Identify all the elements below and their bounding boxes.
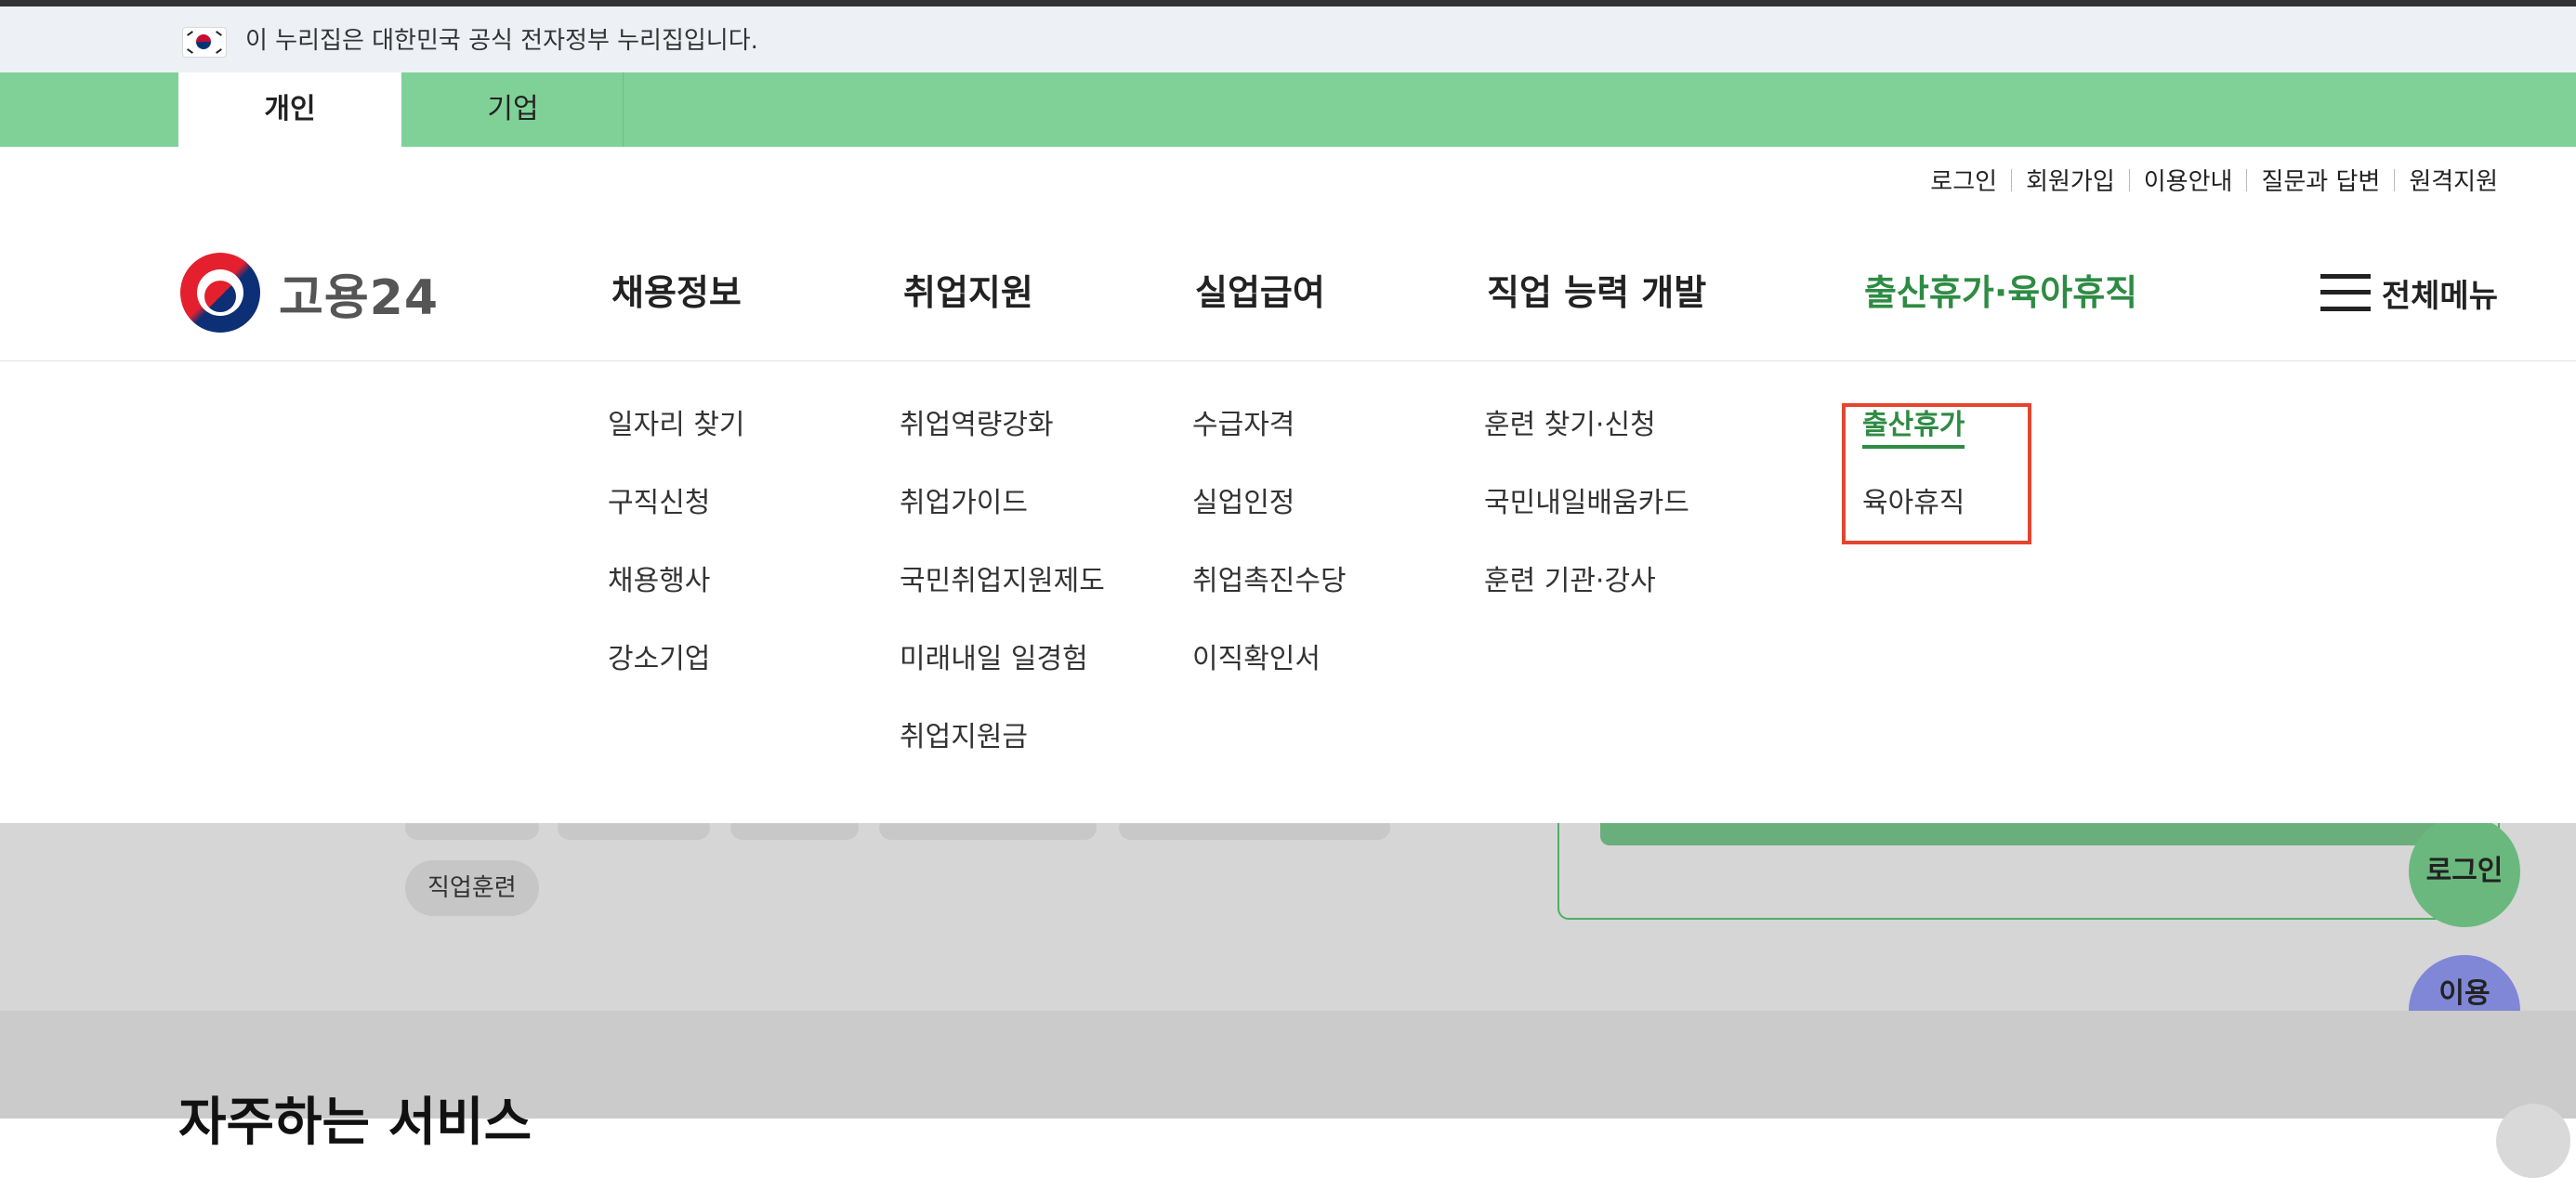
- government-notice-text: 이 누리집은 대한민국 공식 전자정부 누리집입니다.: [245, 27, 758, 55]
- nav-unemployment-benefit[interactable]: 실업급여: [1195, 265, 1325, 321]
- submenu-item[interactable]: 구직신청: [608, 488, 745, 566]
- submenu-item[interactable]: 채용행사: [608, 566, 745, 644]
- government-banner: 이 누리집은 대한민국 공식 전자정부 누리집입니다.: [0, 7, 2576, 72]
- page-content-dimmed: 직업훈련 로그인 이용 안내 자주하는 서비스: [0, 814, 2576, 1178]
- submenu-item[interactable]: 훈련 기관·강사: [1484, 566, 1689, 644]
- nav-employment-support[interactable]: 취업지원: [903, 265, 1033, 321]
- guide-label-line1: 이용: [2438, 977, 2491, 1010]
- nav-maternity-parental-leave[interactable]: 출산휴가·육아휴직: [1864, 265, 2137, 321]
- submenu-item[interactable]: 수급자격: [1192, 410, 1347, 488]
- tab-personal[interactable]: 개인: [178, 72, 401, 147]
- section-heading: 자주하는 서비스: [178, 1093, 532, 1153]
- submenu-item[interactable]: 취업촉진수당: [1192, 566, 1347, 644]
- submenu-unemployment-benefit: 수급자격 실업인정 취업촉진수당 이직확인서: [1192, 410, 1347, 722]
- tab-business[interactable]: 기업: [401, 72, 624, 147]
- submenu-employment-support: 취업역량강화 취업가이드 국민취업지원제도 미래내일 일경험 취업지원금: [900, 410, 1105, 800]
- remote-support-link[interactable]: 원격지원: [2395, 163, 2498, 197]
- login-panel: [1557, 814, 2500, 920]
- hamburger-icon: [2320, 274, 2371, 311]
- submenu-item[interactable]: 훈련 찾기·신청: [1484, 410, 1689, 488]
- submenu-item[interactable]: 일자리 찾기: [608, 410, 745, 488]
- login-link[interactable]: 로그인: [1916, 163, 2011, 197]
- highlight-annotation-box: [1842, 403, 2031, 544]
- qna-link[interactable]: 질문과 답변: [2247, 163, 2394, 197]
- login-floating-button[interactable]: 로그인: [2409, 816, 2520, 927]
- korean-flag-icon: [182, 27, 227, 58]
- submenu-recruitment-info: 일자리 찾기 구직신청 채용행사 강소기업: [608, 410, 745, 722]
- utility-links: 로그인 회원가입 이용안내 질문과 답변 원격지원: [1916, 163, 2498, 197]
- submenu-item[interactable]: 강소기업: [608, 644, 745, 722]
- mega-menu-dropdown: 일자리 찾기 구직신청 채용행사 강소기업 취업역량강화 취업가이드 국민취업지…: [0, 361, 2576, 823]
- nav-recruitment-info[interactable]: 채용정보: [611, 265, 742, 321]
- submenu-item[interactable]: 취업역량강화: [900, 410, 1105, 488]
- submenu-vocational-training: 훈련 찾기·신청 국민내일배움카드 훈련 기관·강사: [1484, 410, 1689, 644]
- all-menu-button[interactable]: 전체메뉴: [2320, 265, 2498, 321]
- submenu-item[interactable]: 미래내일 일경험: [900, 644, 1105, 722]
- submenu-item[interactable]: 실업인정: [1192, 488, 1347, 566]
- user-type-tabs: 개인 기업: [0, 72, 2576, 147]
- submenu-item[interactable]: 국민내일배움카드: [1484, 488, 1689, 566]
- top-dark-line: [0, 0, 2576, 7]
- all-menu-label: 전체메뉴: [2381, 277, 2498, 315]
- usage-guide-link[interactable]: 이용안내: [2130, 163, 2247, 197]
- main-navigation: 채용정보 취업지원 실업급여 직업 능력 개발 출산휴가·육아휴직: [0, 265, 2576, 321]
- keyword-chip-vocational-training[interactable]: 직업훈련: [405, 860, 539, 916]
- submenu-item[interactable]: 이직확인서: [1192, 644, 1347, 722]
- submenu-item[interactable]: 국민취업지원제도: [900, 566, 1105, 644]
- submenu-item[interactable]: 취업가이드: [900, 488, 1105, 566]
- scroll-control[interactable]: [2496, 1104, 2570, 1178]
- submenu-item[interactable]: 취업지원금: [900, 722, 1105, 800]
- signup-link[interactable]: 회원가입: [2012, 163, 2129, 197]
- tab-divider: [623, 72, 624, 147]
- nav-vocational-training[interactable]: 직업 능력 개발: [1487, 265, 1706, 321]
